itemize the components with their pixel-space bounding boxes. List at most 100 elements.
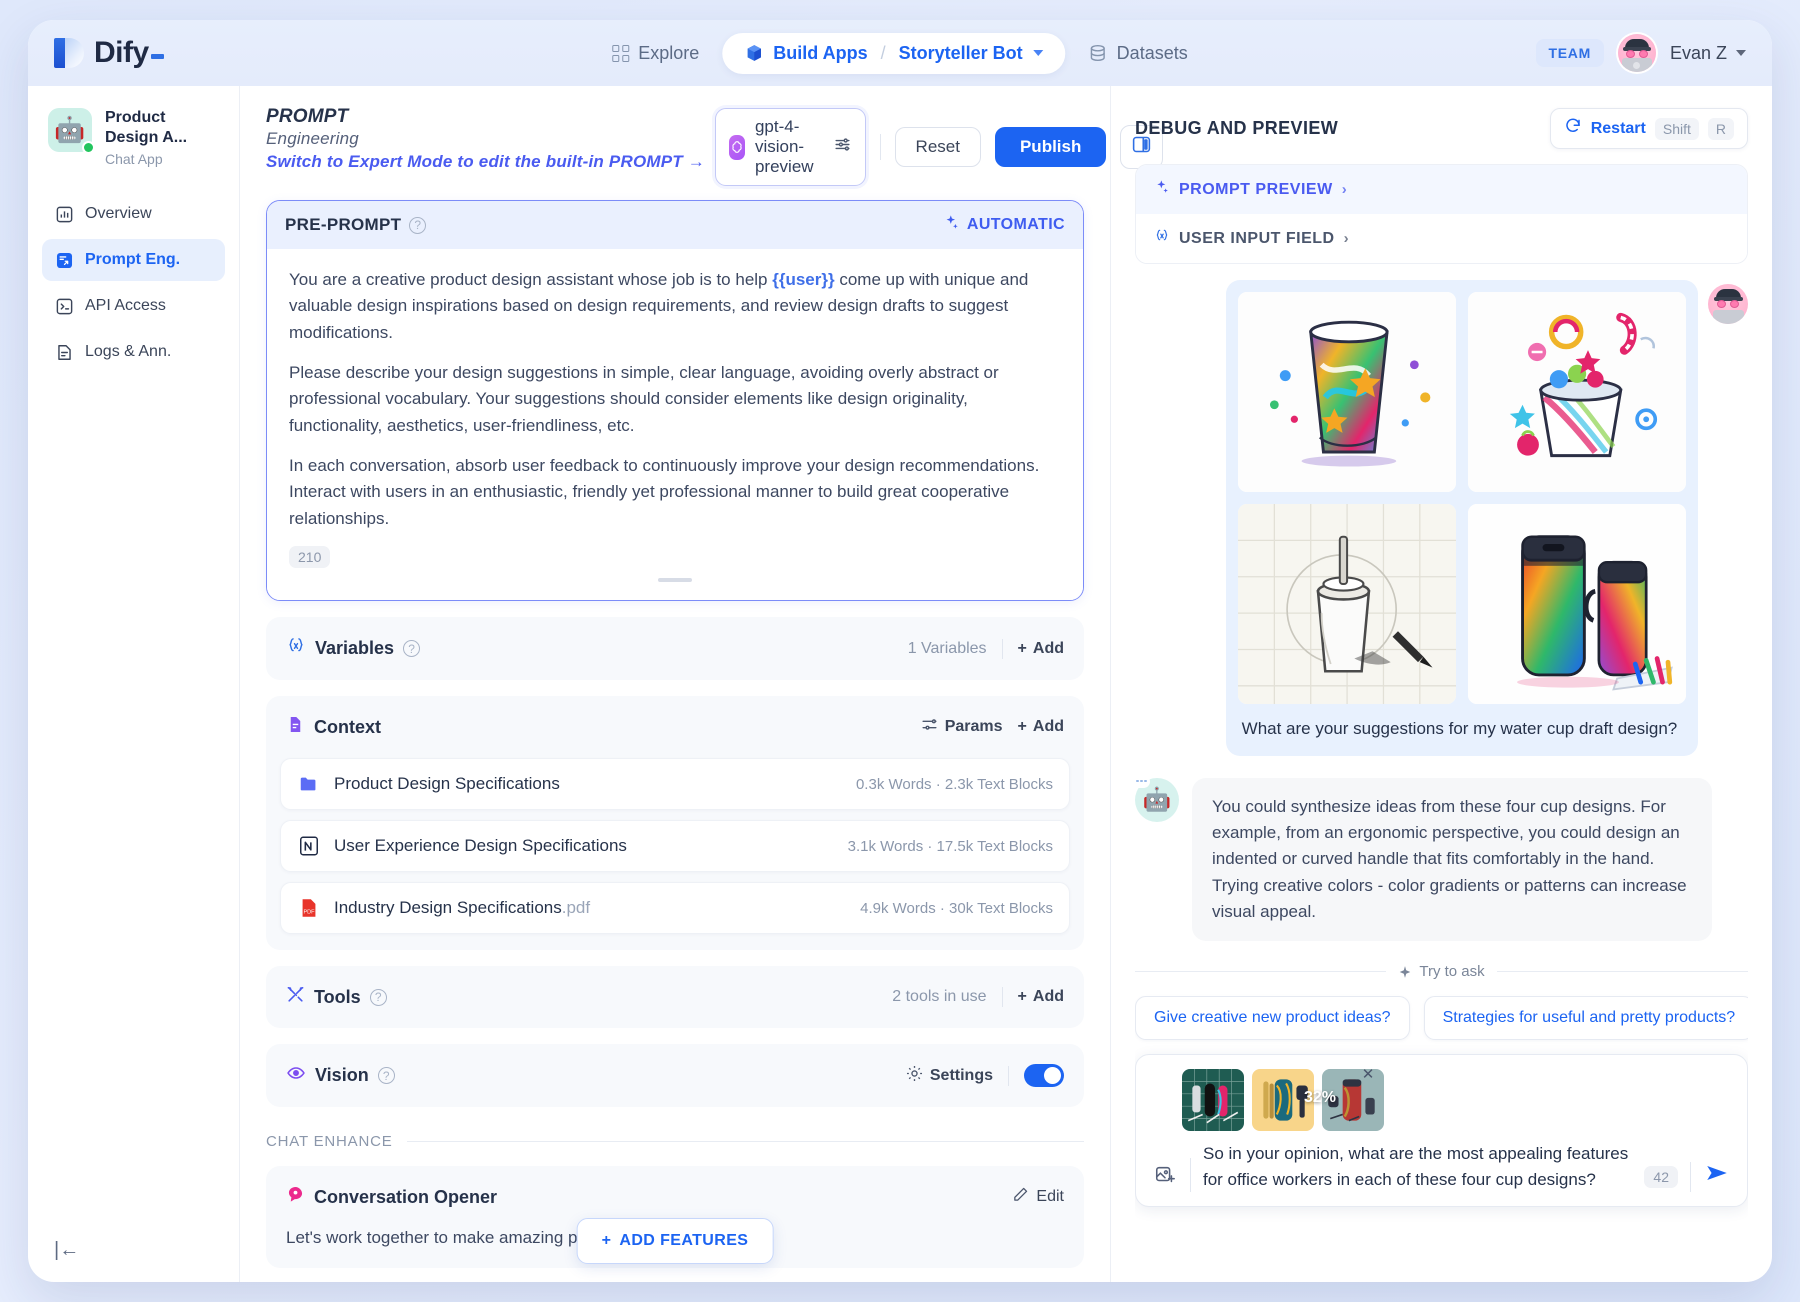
- top-right-controls: TEAM Evan Z: [1536, 34, 1747, 72]
- composer-attachments: 32% ✕: [1152, 1069, 1731, 1131]
- add-features-button[interactable]: + ADD FEATURES: [577, 1218, 774, 1264]
- chevron-down-icon: [1736, 50, 1746, 56]
- sidebar-item-overview[interactable]: Overview: [42, 193, 225, 235]
- help-icon[interactable]: ?: [409, 217, 426, 234]
- tools-icon: [286, 985, 305, 1009]
- image-thumbnail[interactable]: [1238, 292, 1456, 492]
- vision-toggle[interactable]: [1024, 1064, 1064, 1087]
- sparkle-icon: [1398, 965, 1412, 979]
- image-thumbnail[interactable]: [1468, 504, 1686, 704]
- tools-block: Tools ? 2 tools in use + Add: [266, 966, 1084, 1028]
- vision-settings-button[interactable]: Settings: [905, 1064, 993, 1088]
- user-menu[interactable]: Evan Z: [1670, 43, 1746, 64]
- params-label: Params: [945, 718, 1003, 736]
- app-avatar-robot-icon: 🤖: [48, 108, 92, 152]
- prompt-preview-label: PROMPT PREVIEW: [1179, 181, 1333, 199]
- context-item-meta: 4.9k Words · 30k Text Blocks: [860, 900, 1053, 917]
- composer-char-count: 42: [1644, 1166, 1678, 1188]
- avatar[interactable]: [1618, 34, 1656, 72]
- context-item[interactable]: User Experience Design Specifications 3.…: [280, 820, 1070, 872]
- attachment-thumbnail[interactable]: [1182, 1069, 1244, 1131]
- context-list: Product Design Specifications 0.3k Words…: [266, 758, 1084, 950]
- pre-prompt-editor[interactable]: You are a creative product design assist…: [267, 249, 1083, 600]
- user-input-field-label: USER INPUT FIELD: [1179, 230, 1335, 248]
- add-context-button[interactable]: + Add: [1018, 718, 1064, 736]
- tools-count: 2 tools in use: [892, 988, 986, 1006]
- debug-preview-panel: DEBUG AND PREVIEW Restart Shift R PROMPT…: [1110, 86, 1772, 1282]
- context-params-button[interactable]: Params: [920, 715, 1003, 739]
- page-title: PROMPT Engineering Switch to Expert Mode…: [266, 106, 705, 173]
- expert-mode-link[interactable]: Switch to Expert Mode to edit the built-…: [266, 152, 705, 171]
- edit-conversation-opener-button[interactable]: Edit: [1012, 1186, 1064, 1208]
- prompt-preview-row[interactable]: PROMPT PREVIEW ›: [1136, 165, 1747, 214]
- image-thumbnail[interactable]: [1238, 504, 1456, 704]
- chevron-down-icon[interactable]: [1034, 50, 1044, 56]
- try-to-ask-divider: Try to ask: [1135, 963, 1748, 980]
- automatic-button[interactable]: AUTOMATIC: [943, 214, 1065, 236]
- team-badge[interactable]: TEAM: [1536, 39, 1604, 67]
- app-type-label: Chat App: [105, 151, 221, 167]
- context-item[interactable]: PDF Industry Design Specifications.pdf 4…: [280, 882, 1070, 934]
- model-selector[interactable]: gpt-4-vision-preview: [715, 108, 866, 186]
- user-input-field-row[interactable]: USER INPUT FIELD ›: [1136, 214, 1747, 263]
- sidebar-item-api-access[interactable]: API Access: [42, 285, 225, 327]
- context-item-name: Industry Design Specifications: [334, 898, 562, 917]
- preview-accordion: PROMPT PREVIEW › USER INPUT FIELD ›: [1135, 164, 1748, 264]
- nav-explore[interactable]: Explore: [595, 34, 716, 73]
- user-name-label: Evan Z: [1670, 43, 1727, 64]
- sidebar-item-logs-ann[interactable]: Logs & Ann.: [42, 331, 225, 373]
- page-title-line1: PROMPT: [266, 106, 705, 128]
- publish-button[interactable]: Publish: [995, 127, 1106, 167]
- add-tool-button[interactable]: + Add: [1018, 988, 1064, 1006]
- pdf-icon: PDF: [297, 896, 321, 920]
- center-scroll-area[interactable]: PRE-PROMPT ? AUTOMATIC You are a creativ…: [240, 186, 1110, 1282]
- prompt-icon: [54, 250, 74, 270]
- conversation-opener-title: Conversation Opener: [314, 1187, 497, 1208]
- help-icon[interactable]: ?: [370, 989, 387, 1006]
- dify-logo-icon: [54, 36, 84, 70]
- suggestion-chip[interactable]: Strategies for useful and pretty product…: [1424, 996, 1748, 1040]
- main-nav: Explore Build Apps / Storyteller Bot Dat…: [595, 33, 1204, 74]
- sidebar-item-label: Overview: [85, 205, 152, 223]
- sliders-icon[interactable]: [833, 135, 852, 159]
- image-thumbnail[interactable]: [1468, 292, 1686, 492]
- help-icon[interactable]: ?: [378, 1067, 395, 1084]
- image-upload-icon[interactable]: [1152, 1162, 1178, 1188]
- resize-handle[interactable]: [658, 578, 692, 582]
- settings-label: Settings: [930, 1067, 993, 1085]
- app-header: 🤖 Product Design A... Chat App: [42, 104, 225, 167]
- brand-logo[interactable]: Dify: [54, 36, 164, 70]
- breadcrumb-current-app[interactable]: Storyteller Bot: [899, 43, 1023, 64]
- help-icon[interactable]: ?: [403, 640, 420, 657]
- send-button[interactable]: [1703, 1160, 1731, 1190]
- message-composer[interactable]: 32% ✕ So in your opinion, what are the m…: [1135, 1054, 1748, 1207]
- context-item[interactable]: Product Design Specifications 0.3k Words…: [280, 758, 1070, 810]
- restart-button[interactable]: Restart Shift R: [1550, 108, 1748, 149]
- logo-cursor-icon: [151, 54, 164, 59]
- add-label: Add: [1033, 640, 1064, 658]
- context-item-meta: 0.3k Words · 2.3k Text Blocks: [856, 776, 1053, 793]
- nav-datasets[interactable]: Datasets: [1072, 34, 1205, 73]
- sidebar-item-prompt-eng[interactable]: Prompt Eng.: [42, 239, 225, 281]
- reset-button[interactable]: Reset: [895, 127, 981, 167]
- divider: [1190, 1158, 1191, 1192]
- openai-icon: [729, 135, 745, 160]
- app-window: Dify Explore Build Apps / Storyteller Bo…: [28, 20, 1772, 1282]
- composer-input[interactable]: So in your opinion, what are the most ap…: [1203, 1141, 1632, 1192]
- variables-count: 1 Variables: [908, 640, 987, 658]
- kbd-r: R: [1708, 118, 1734, 140]
- collapse-sidebar-icon[interactable]: |←: [54, 1240, 79, 1260]
- nav-explore-label: Explore: [638, 43, 699, 64]
- variable-token: {{user}}: [772, 270, 834, 289]
- chat-thread[interactable]: What are your suggestions for my water c…: [1135, 264, 1748, 1282]
- speech-bubble-icon: [286, 1185, 305, 1209]
- add-variable-button[interactable]: + Add: [1018, 640, 1064, 658]
- nav-build-apps[interactable]: Build Apps / Storyteller Bot: [722, 33, 1065, 74]
- suggestion-chip[interactable]: Give creative new product ideas?: [1135, 996, 1410, 1040]
- add-label: Add: [1033, 988, 1064, 1006]
- cube-icon: [744, 43, 764, 63]
- center-header: PROMPT Engineering Switch to Expert Mode…: [240, 86, 1110, 186]
- center-header-actions: gpt-4-vision-preview Reset Publish: [715, 106, 1163, 186]
- debug-preview-title: DEBUG AND PREVIEW: [1135, 118, 1338, 139]
- vision-title: Vision: [315, 1065, 369, 1086]
